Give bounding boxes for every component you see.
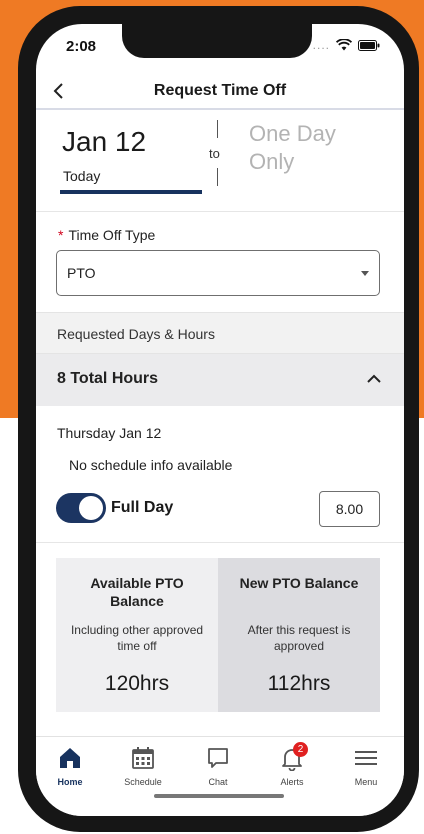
- time-off-type-label: * Time Off Type: [58, 227, 155, 243]
- hours-input[interactable]: 8.00: [319, 491, 380, 527]
- new-balance-note: After this request is approved: [247, 623, 351, 653]
- time-off-type-value: PTO: [67, 265, 96, 281]
- new-balance-value: 112hrs: [267, 672, 331, 695]
- phone-notch: [122, 24, 312, 58]
- available-balance-value: 120hrs: [104, 672, 170, 695]
- time-off-type-label-text: Time Off Type: [68, 227, 156, 243]
- tab-menu[interactable]: Menu: [336, 745, 396, 787]
- home-icon: [40, 745, 100, 771]
- wifi-icon: [336, 39, 352, 51]
- new-pto-balance-card: New PTO Balance After this request is ap…: [218, 558, 380, 712]
- date-separator-top: [217, 120, 218, 138]
- tab-alerts-label: Alerts: [280, 777, 304, 787]
- app-screen: 2:08 .... Request Time Off Jan 12 Today …: [36, 24, 404, 816]
- start-date[interactable]: Jan 12: [62, 126, 146, 158]
- divider: [36, 542, 404, 543]
- selected-date-indicator: [60, 190, 202, 194]
- tab-home[interactable]: Home: [40, 745, 100, 787]
- required-indicator: *: [58, 227, 64, 243]
- full-day-toggle[interactable]: [56, 493, 106, 523]
- total-hours-header[interactable]: 8 Total Hours: [36, 354, 404, 406]
- home-indicator: [154, 794, 284, 798]
- available-pto-balance-card: Available PTO Balance Including other ap…: [56, 558, 218, 712]
- status-time: 2:08: [66, 38, 97, 55]
- tab-menu-label: Menu: [354, 777, 378, 787]
- total-hours-label: 8 Total Hours: [57, 370, 159, 387]
- end-date-line2: Only: [249, 149, 295, 174]
- battery-icon: [358, 39, 380, 51]
- tab-schedule[interactable]: Schedule: [113, 745, 173, 787]
- status-icons: ....: [313, 38, 380, 52]
- bottom-tab-bar: Home Schedule Chat 2 Alerts Menu: [36, 736, 404, 816]
- requested-days-label: Requested Days & Hours: [57, 326, 215, 342]
- calendar-icon: [113, 745, 173, 771]
- tab-chat-label: Chat: [208, 777, 228, 787]
- toggle-knob: [79, 496, 103, 520]
- tab-home-label: Home: [57, 777, 83, 787]
- date-range-selector: Jan 12 Today to One Day Only: [36, 112, 404, 212]
- requested-days-section-header: Requested Days & Hours: [36, 312, 404, 354]
- start-date-sublabel: Today: [63, 168, 101, 184]
- menu-icon: [336, 745, 396, 771]
- signal-icon: ....: [312, 38, 330, 52]
- available-balance-title: Available PTO Balance: [90, 575, 184, 609]
- full-day-label: Full Day: [111, 499, 174, 516]
- time-off-type-select[interactable]: PTO: [56, 250, 380, 296]
- bell-icon: [262, 745, 322, 772]
- schedule-note: No schedule info available: [69, 457, 233, 473]
- available-balance-note: Including other approved time off: [70, 623, 204, 653]
- new-balance-title: New PTO Balance: [239, 575, 359, 591]
- chevron-up-icon[interactable]: [366, 372, 382, 384]
- caret-down-icon: [361, 271, 369, 276]
- to-label: to: [209, 146, 220, 161]
- chat-icon: [188, 745, 248, 771]
- date-separator-bottom: [217, 168, 218, 186]
- tab-alerts[interactable]: 2 Alerts: [262, 742, 322, 787]
- end-date[interactable]: One Day Only: [249, 120, 379, 176]
- page-title: Request Time Off: [153, 82, 287, 99]
- tab-chat[interactable]: Chat: [188, 745, 248, 787]
- day-label: Thursday Jan 12: [57, 425, 162, 441]
- alerts-badge: 2: [293, 742, 308, 757]
- navigation-bar: Request Time Off: [36, 74, 404, 110]
- end-date-line1: One Day: [249, 121, 336, 146]
- tab-schedule-label: Schedule: [124, 777, 162, 787]
